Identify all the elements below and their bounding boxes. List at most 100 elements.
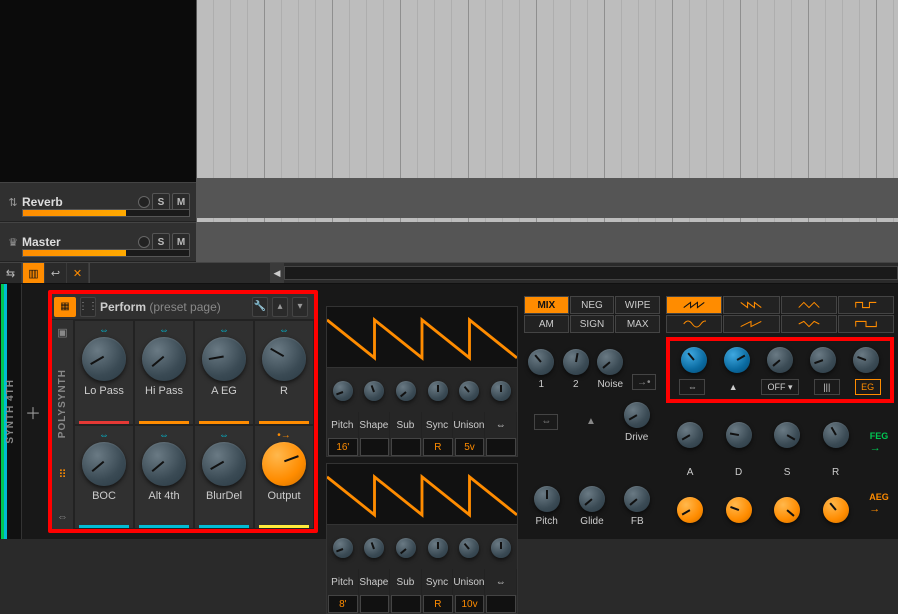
osc-param-knob[interactable] (428, 538, 448, 558)
wave-shape-tab[interactable] (723, 296, 779, 314)
aeg-r-knob[interactable] (823, 497, 849, 523)
horizontal-scrollbar[interactable] (284, 266, 898, 280)
scroll-left-icon[interactable]: ◀ (270, 263, 284, 283)
mix-mode-neg[interactable]: NEG (570, 296, 615, 314)
track-volume-slider[interactable] (22, 209, 190, 217)
osc-param-value[interactable] (360, 438, 390, 456)
mix-mode-wipe[interactable]: WIPE (615, 296, 660, 314)
route-icon[interactable]: →• (632, 374, 656, 390)
osc-param-knob[interactable] (364, 538, 384, 558)
toolbar-close-icon[interactable]: ✕ (67, 263, 89, 283)
macro-link-icon[interactable]: ⇔ (99, 325, 109, 335)
osc-param-value[interactable]: 10v (455, 595, 485, 613)
folder-icon[interactable]: ▣ (57, 326, 67, 339)
macro-knob[interactable] (262, 442, 306, 486)
env-knob-4[interactable] (810, 347, 836, 373)
feg-r-knob[interactable] (823, 422, 849, 448)
wave-shape-tab[interactable] (723, 315, 779, 333)
wave-shape-tab[interactable] (666, 296, 722, 314)
osc-param-value[interactable]: 5v (455, 438, 485, 456)
env-knob-5[interactable] (853, 347, 879, 373)
feg-d-knob[interactable] (726, 422, 752, 448)
handles-icon[interactable]: ⠿ (58, 468, 66, 481)
automation-icon[interactable]: ⇅ (6, 196, 20, 209)
track-volume-slider[interactable] (22, 249, 190, 257)
preset-up-icon[interactable]: ▴ (272, 297, 288, 317)
mix-mode-sign[interactable]: SIGN (570, 315, 615, 333)
osc-param-knob[interactable] (333, 381, 353, 401)
osc-param-knob[interactable] (333, 538, 353, 558)
osc-param-value[interactable]: 8' (328, 595, 358, 613)
osc2-level-knob[interactable] (563, 349, 589, 375)
grid-icon[interactable]: ⋮⋮ (80, 297, 96, 317)
feg-s-knob[interactable] (774, 422, 800, 448)
macro-link-icon[interactable]: ⇔ (99, 430, 109, 440)
macro-knob[interactable] (142, 442, 186, 486)
macro-knob[interactable] (82, 337, 126, 381)
track-master[interactable]: ♛ Master S M (0, 222, 196, 262)
wave-shape-tab[interactable] (838, 296, 894, 314)
macro-link-icon[interactable]: •→ (277, 430, 291, 440)
macro-knob[interactable] (82, 442, 126, 486)
aeg-s-knob[interactable] (774, 497, 800, 523)
osc-param-value[interactable] (360, 595, 390, 613)
wave-shape-tab[interactable] (666, 315, 722, 333)
osc-param-knob[interactable] (364, 381, 384, 401)
macro-knob[interactable] (202, 442, 246, 486)
osc-param-value[interactable] (391, 595, 421, 613)
osc-param-knob[interactable] (396, 381, 416, 401)
osc-param-value[interactable]: R (423, 595, 453, 613)
feg-a-knob[interactable] (677, 422, 703, 448)
env-link-icon[interactable]: ⇔ (679, 379, 705, 395)
wave-shape-tab[interactable] (781, 296, 837, 314)
osc2-waveform-display[interactable] (327, 464, 517, 525)
macro-link-icon[interactable]: ⇔ (279, 325, 289, 335)
link-icon[interactable]: ⇔ (496, 420, 506, 431)
preset-down-icon[interactable]: ▾ (292, 297, 308, 317)
track-record-arm[interactable] (138, 196, 150, 208)
osc-param-knob[interactable] (459, 538, 479, 558)
macro-knob[interactable] (202, 337, 246, 381)
macro-knob[interactable] (262, 337, 306, 381)
track-reverb[interactable]: ⇅ Reverb S M (0, 182, 196, 222)
macro-knob[interactable] (142, 337, 186, 381)
osc-param-value[interactable]: R (423, 438, 453, 456)
toolbar-device-view-icon[interactable]: ▥ (23, 263, 45, 283)
osc-param-value[interactable] (486, 595, 516, 613)
feg-button[interactable]: FEG→ (870, 430, 889, 454)
env-knob-1[interactable] (681, 347, 707, 373)
osc-param-knob[interactable] (491, 381, 511, 401)
noise-level-knob[interactable] (597, 349, 623, 375)
osc-param-value[interactable] (391, 438, 421, 456)
pitch-knob[interactable] (534, 486, 560, 512)
track-lane[interactable] (197, 222, 898, 262)
osc-param-knob[interactable] (459, 381, 479, 401)
macro-link-icon[interactable]: ⇔ (159, 325, 169, 335)
device-power-icon[interactable]: ▦ (54, 297, 76, 317)
osc-param-knob[interactable] (396, 538, 416, 558)
macro-link-icon[interactable]: ⇔ (219, 430, 229, 440)
env-off-dropdown[interactable]: OFF ▾ (761, 379, 799, 395)
macro-link-icon[interactable]: ⇔ (159, 430, 169, 440)
aeg-a-knob[interactable] (677, 497, 703, 523)
drive-knob[interactable] (624, 402, 650, 428)
add-device-button[interactable]: ＋ (22, 284, 44, 539)
osc-param-knob[interactable] (428, 381, 448, 401)
osc-param-knob[interactable] (491, 538, 511, 558)
osc1-waveform-display[interactable] (327, 307, 517, 368)
wrench-icon[interactable]: 🔧 (252, 297, 268, 317)
wave-shape-tab[interactable] (781, 315, 837, 333)
aeg-d-knob[interactable] (726, 497, 752, 523)
toolbar-swap-icon[interactable]: ⇆ (0, 263, 22, 283)
aeg-button[interactable]: AEG→ (869, 491, 889, 515)
toolbar-back-icon[interactable]: ↩ (45, 263, 67, 283)
track-record-arm[interactable] (138, 236, 150, 248)
glide-knob[interactable] (579, 486, 605, 512)
env-bars-icon[interactable]: ||| (814, 379, 840, 395)
macro-link-icon[interactable]: ⇔ (219, 325, 229, 335)
osc1-level-knob[interactable] (528, 349, 554, 375)
mix-mode-am[interactable]: AM (524, 315, 569, 333)
preset-title[interactable]: Perform (preset page) (100, 300, 252, 314)
env-knob-3[interactable] (767, 347, 793, 373)
env-eg-button[interactable]: EG (855, 379, 881, 395)
